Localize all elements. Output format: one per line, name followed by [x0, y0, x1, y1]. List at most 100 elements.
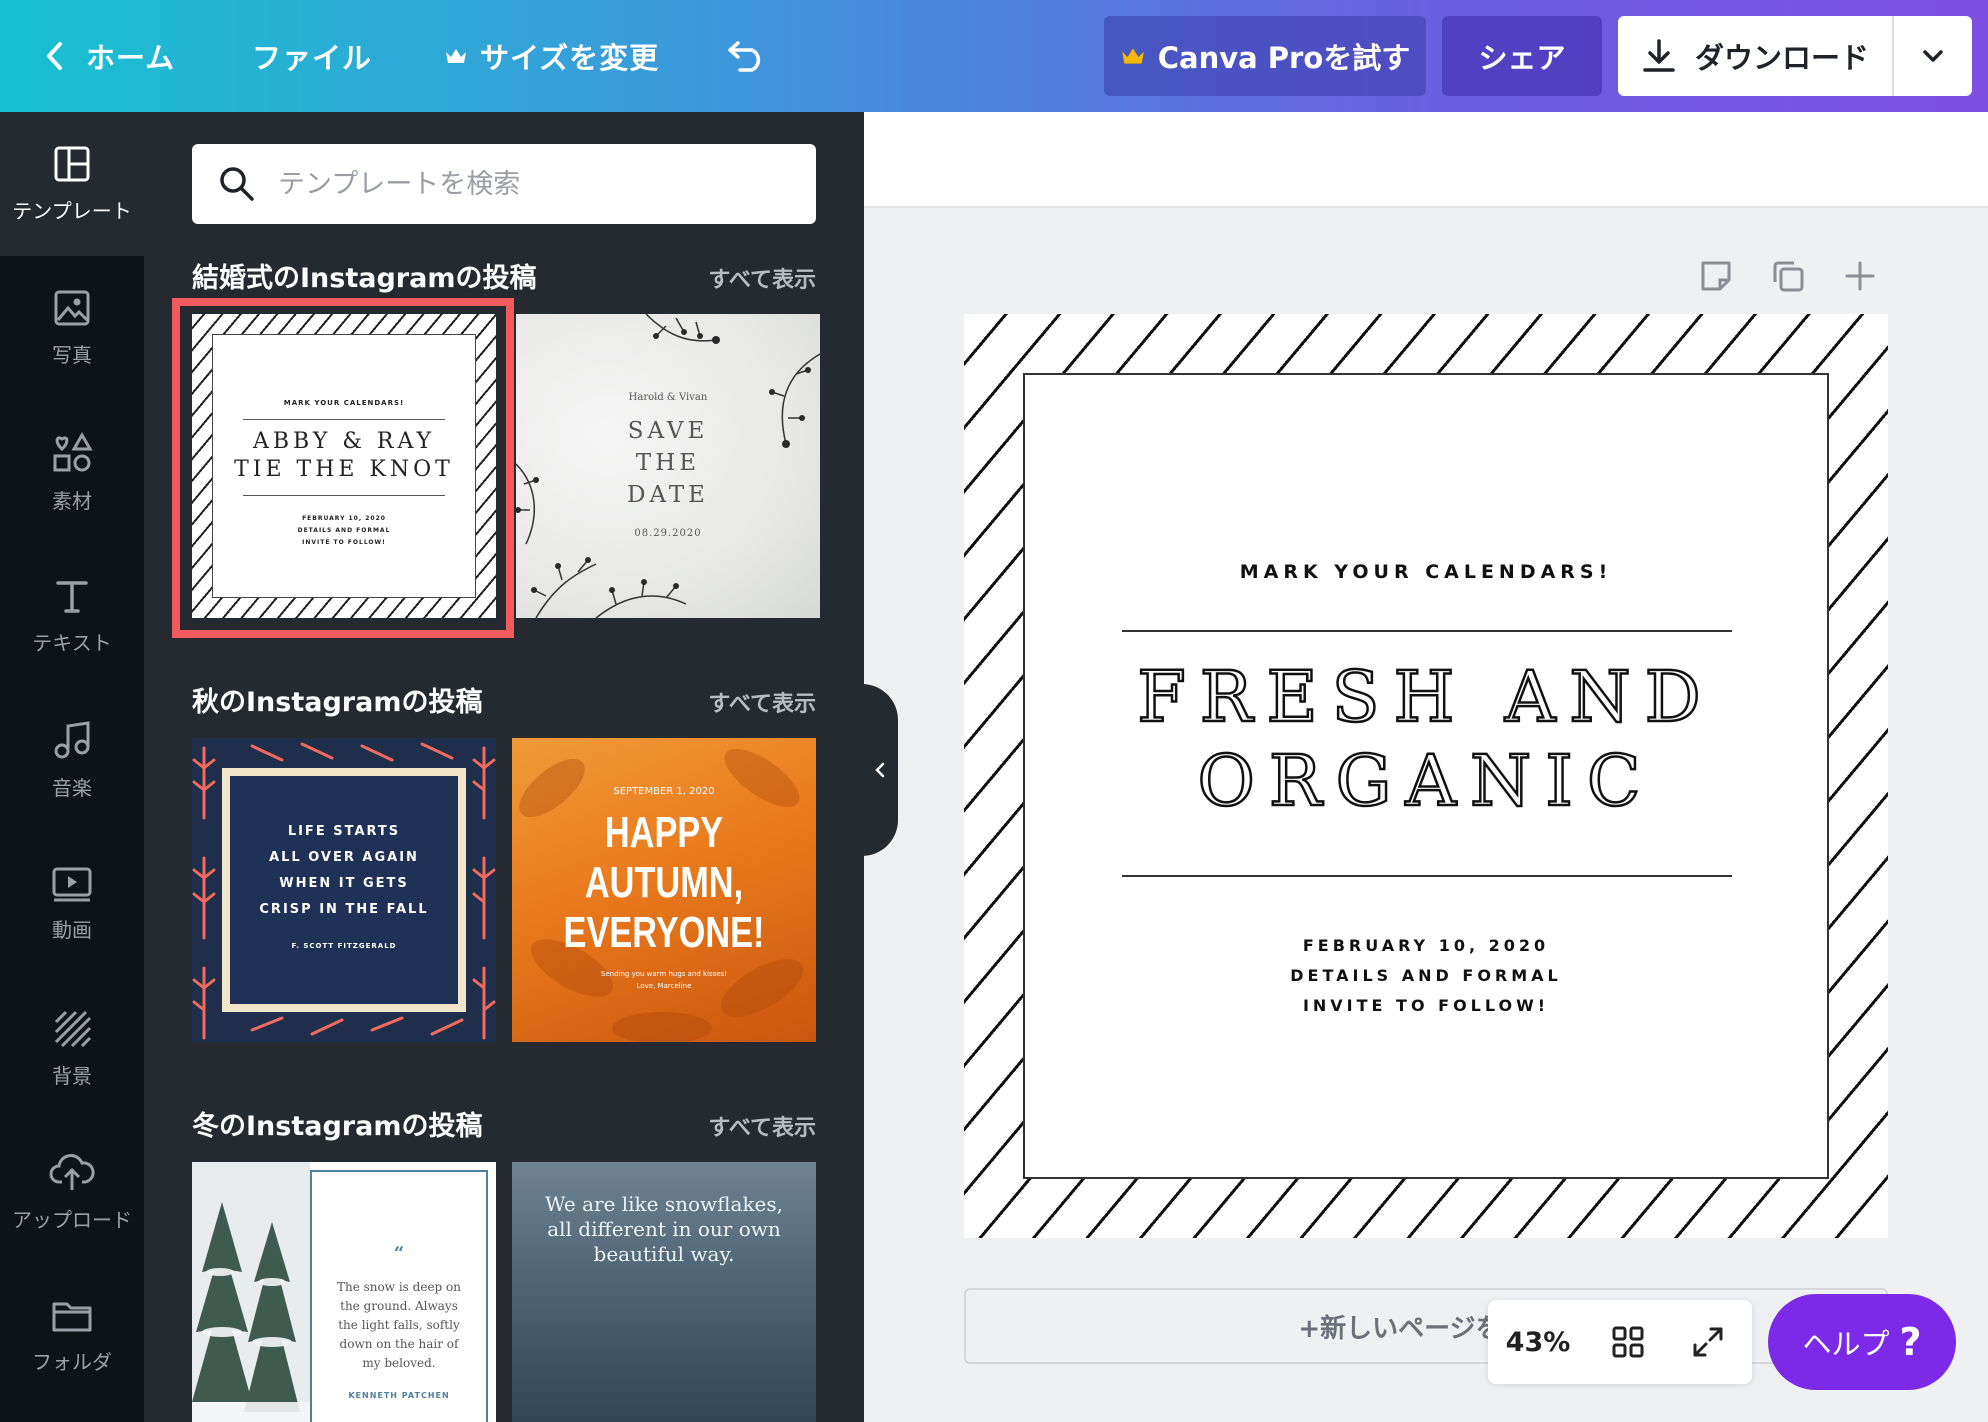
search-icon: [220, 167, 254, 201]
design-title-line: FRESH AND: [1136, 655, 1715, 740]
thumb-text: beautiful way.: [593, 1242, 735, 1266]
chevron-left-icon: [47, 42, 62, 70]
duplicate-icon: [1773, 261, 1804, 292]
thumb-text: my beloved.: [362, 1356, 436, 1370]
design-title[interactable]: FRESH AND: [1025, 655, 1827, 740]
design-footer-line[interactable]: DETAILS AND FORMAL: [1025, 961, 1827, 991]
template-thumb-winter-1[interactable]: “ The snow is deep on the ground. Always…: [192, 1162, 496, 1422]
home-label: ホーム: [86, 41, 176, 75]
thumb-text: CRISP IN THE FALL: [259, 902, 429, 917]
help-button[interactable]: ヘルプ ?: [1768, 1294, 1956, 1390]
section-title-wedding: 結婚式のInstagramの投稿: [192, 263, 537, 294]
thumb-text: the ground. Always: [340, 1299, 458, 1313]
thumb-text: ALL OVER AGAIN: [269, 850, 419, 865]
template-search-input[interactable]: [278, 168, 798, 200]
undo-button[interactable]: [726, 0, 768, 112]
selected-template-highlight: [172, 298, 514, 638]
rail-item-music[interactable]: 音楽: [0, 688, 144, 832]
fullscreen-button[interactable]: [1668, 1325, 1748, 1359]
design-page[interactable]: MARK YOUR CALENDARS! FRESH AND ORGANIC F…: [964, 314, 1888, 1238]
see-all-autumn[interactable]: すべて表示: [708, 686, 816, 718]
thumb-text: 08.29.2020: [634, 528, 702, 539]
background-icon: [54, 1010, 92, 1047]
thumb-text: Harold & Vivan: [628, 392, 708, 403]
thumb-text: LIFE STARTS: [287, 824, 401, 839]
thumb-title: THE: [635, 450, 701, 476]
thumb-text: WHEN IT GETS: [279, 876, 409, 891]
home-button[interactable]: ホーム: [44, 0, 175, 112]
rail-label: 動画: [52, 917, 92, 942]
side-nav-rail: テンプレート 写真 素材 テキスト 音楽 動画 背景 アップロード フォルダ: [0, 112, 144, 1422]
help-question-icon: ?: [1899, 1320, 1922, 1364]
thumb-text: the light falls, softly: [338, 1318, 460, 1332]
plus-icon: [1845, 261, 1875, 291]
thumb-title: SAVE: [627, 418, 709, 444]
chevron-left-icon: [875, 762, 885, 778]
download-button[interactable]: ダウンロード: [1618, 16, 1894, 96]
design-footer-line[interactable]: FEBRUARY 10, 2020: [1025, 931, 1827, 961]
design-title[interactable]: ORGANIC: [1025, 739, 1827, 824]
thumb-title: AUTUMN,: [584, 858, 744, 907]
template-thumb-autumn-2[interactable]: SEPTEMBER 1, 2020 HAPPY AUTUMN, EVERYONE…: [512, 738, 816, 1042]
rail-item-elements[interactable]: 素材: [0, 400, 144, 544]
try-pro-button[interactable]: Canva Proを試す: [1104, 16, 1426, 96]
rail-item-templates[interactable]: テンプレート: [0, 112, 144, 256]
rail-label: テキスト: [32, 630, 112, 655]
quote-mark: “: [393, 1243, 405, 1264]
elements-icon: [53, 431, 93, 471]
undo-icon: [728, 41, 761, 72]
template-thumb-winter-2[interactable]: We are like snowflakes, all different in…: [512, 1162, 816, 1422]
thumb-text: KENNETH PATCHEN: [348, 1391, 450, 1400]
design-divider[interactable]: [1122, 875, 1732, 877]
rail-item-video[interactable]: 動画: [0, 832, 144, 976]
file-label: ファイル: [252, 41, 373, 75]
zoom-controls: 43%: [1488, 1300, 1752, 1384]
text-icon: [56, 580, 88, 613]
thumb-text: all different in our own: [547, 1217, 781, 1241]
grid-view-button[interactable]: [1588, 1325, 1668, 1359]
canvas-toolbar-area: [864, 112, 1988, 208]
design-heading-small[interactable]: MARK YOUR CALENDARS!: [1025, 561, 1827, 583]
rail-item-photos[interactable]: 写真: [0, 256, 144, 400]
template-icon: [54, 146, 90, 181]
crown-icon: [1121, 48, 1144, 64]
resize-button[interactable]: サイズを変更: [444, 0, 659, 112]
share-button[interactable]: シェア: [1442, 16, 1602, 96]
design-divider[interactable]: [1122, 630, 1732, 632]
template-thumb-wedding-2[interactable]: Harold & Vivan SAVE THE DATE 08.29.2020: [516, 314, 820, 618]
thumb-text: down on the hair of: [339, 1337, 459, 1351]
music-icon: [54, 720, 90, 758]
resize-label: サイズを変更: [480, 41, 660, 75]
upload-icon: [49, 1153, 95, 1190]
rail-label: 音楽: [52, 775, 92, 800]
duplicate-page-button[interactable]: [1770, 258, 1806, 294]
rail-item-background[interactable]: 背景: [0, 976, 144, 1120]
rail-label: 背景: [52, 1063, 92, 1088]
rail-item-uploads[interactable]: アップロード: [0, 1120, 144, 1264]
rail-item-text[interactable]: テキスト: [0, 544, 144, 688]
thumb-title: EVERYONE!: [563, 908, 765, 957]
top-bar: ホーム ファイル サイズを変更 Canva Proを試す シェア ダウンロード: [0, 0, 1988, 112]
file-menu[interactable]: ファイル: [252, 0, 372, 112]
section-title-winter: 冬のInstagramの投稿: [192, 1111, 483, 1142]
design-inner-frame: MARK YOUR CALENDARS! FRESH AND ORGANIC F…: [1023, 373, 1829, 1179]
download-options-button[interactable]: [1894, 16, 1972, 96]
page-note-button[interactable]: [1698, 258, 1734, 294]
see-all-winter[interactable]: すべて表示: [708, 1110, 816, 1142]
design-title-line: ORGANIC: [1196, 739, 1655, 824]
thumb-title: HAPPY: [604, 808, 724, 857]
grid-icon: [1612, 1326, 1644, 1358]
design-footer-line[interactable]: INVITE TO FOLLOW!: [1025, 991, 1827, 1021]
crown-icon: [446, 49, 466, 63]
thumb-title: DATE: [627, 482, 709, 508]
add-page-icon-button[interactable]: [1842, 258, 1878, 294]
thumb-text: Sending you warm hugs and kisses!: [600, 970, 728, 978]
rail-label: 素材: [52, 488, 92, 513]
rail-item-folders[interactable]: フォルダ: [0, 1264, 144, 1408]
see-all-wedding[interactable]: すべて表示: [708, 262, 816, 294]
template-thumb-autumn-1[interactable]: LIFE STARTS ALL OVER AGAIN WHEN IT GETS …: [192, 738, 496, 1042]
zoom-level[interactable]: 43%: [1488, 1327, 1588, 1358]
collapse-panel-button[interactable]: [862, 684, 898, 856]
rail-label: フォルダ: [32, 1349, 112, 1374]
note-icon: [1701, 261, 1731, 291]
